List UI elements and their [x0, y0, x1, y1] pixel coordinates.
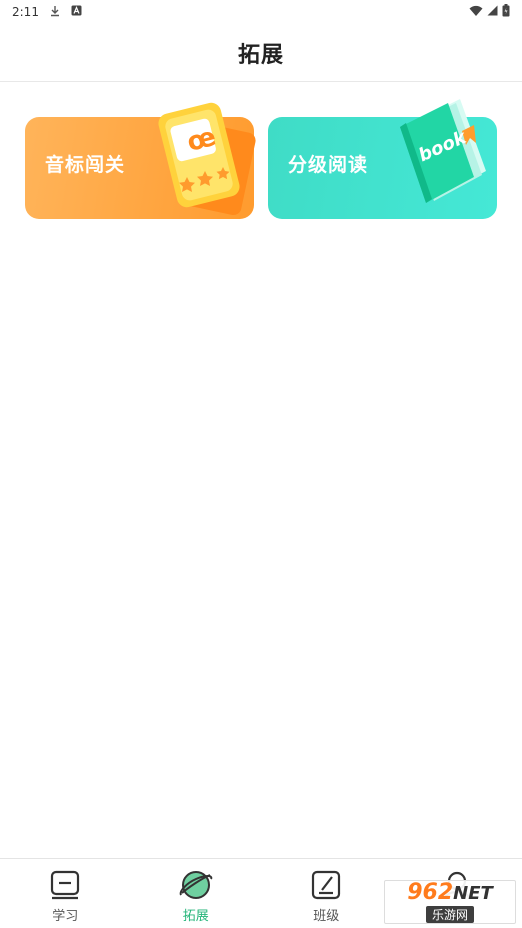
- phonetics-challenge-label: 音标闯关: [45, 154, 126, 176]
- class-icon: [312, 870, 341, 900]
- download-icon: [49, 5, 61, 20]
- tab-explore[interactable]: 拓展: [131, 859, 262, 928]
- status-left: 2:11: [12, 5, 82, 20]
- status-time: 2:11: [12, 5, 39, 19]
- tab-class[interactable]: 班级: [261, 859, 392, 928]
- graded-reading-card[interactable]: 分级阅读 book: [268, 99, 497, 219]
- signal-icon: [487, 5, 498, 19]
- study-icon: [51, 870, 80, 900]
- tab-label-study: 学习: [52, 909, 79, 924]
- graded-reading-label: 分级阅读: [288, 154, 369, 176]
- tab-study[interactable]: 学习: [0, 859, 131, 928]
- status-bar: 2:11: [0, 0, 522, 24]
- battery-icon: [502, 4, 510, 20]
- wifi-icon: [469, 5, 483, 20]
- app-notification-icon: [71, 5, 82, 19]
- planet-icon: [179, 871, 213, 899]
- watermark-logo: 962NET: [407, 879, 493, 905]
- status-right: [469, 4, 510, 20]
- tab-label-class: 班级: [313, 909, 340, 924]
- header: 拓展: [0, 24, 522, 82]
- page-title: 拓展: [237, 42, 284, 68]
- phonetics-challenge-card[interactable]: 音标闯关 œ: [25, 102, 256, 219]
- site-watermark: 962NET 乐游网: [384, 880, 516, 924]
- game-console-icon: œ: [158, 102, 256, 216]
- book-icon: book: [400, 99, 486, 203]
- watermark-site-name: 乐游网: [425, 905, 474, 923]
- tab-label-explore: 拓展: [182, 909, 209, 924]
